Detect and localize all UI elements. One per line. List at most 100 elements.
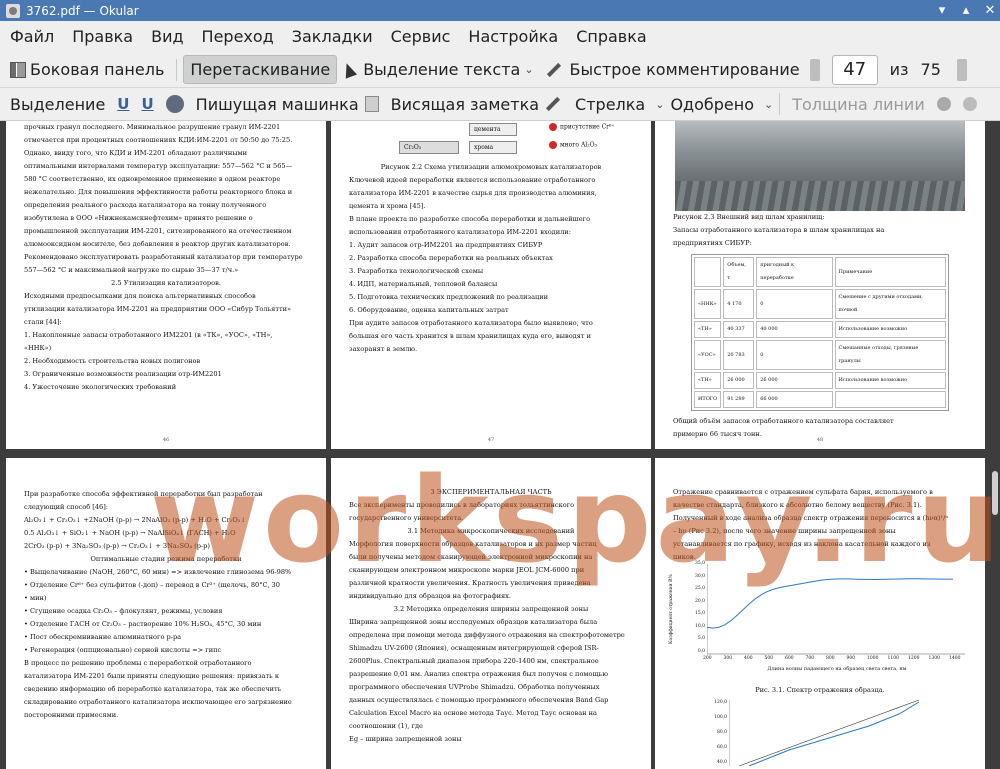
arrow-chevron-icon[interactable]: ⌄ (655, 98, 664, 111)
paragraph-line: Shimadzu UV-2600 (Япония), оснащенным ин… (349, 644, 599, 652)
underline-tool-icon[interactable]: U (117, 95, 129, 113)
equation-line: 2CrO₃ (р-р) + 3Na₂SO₃ (р-р) → Cr₂O₃↓ + 3… (24, 542, 210, 550)
scheme-result-2-text: много Al₂O₃ (560, 141, 597, 149)
list-item: 4. ИДП, материальный, тепловой балансы (349, 280, 498, 288)
paragraph-line: катализатора ИМ-2201 были приняты следую… (24, 672, 279, 680)
figure-caption: Рисунок 2.2 Схема утилизации алюмохромов… (380, 163, 602, 171)
vertical-scrollbar[interactable] (992, 471, 998, 515)
paragraph-line: Однако, ввиду того, что КДИ и ИМ-2201 об… (24, 149, 248, 157)
subsection-heading: 3.1 Методика микроскопических исследован… (407, 527, 575, 535)
page-47-text: Рисунок 2.2 Схема утилизации алюмохромов… (331, 161, 651, 356)
table-cell: 40 337 (723, 321, 755, 338)
document-view[interactable]: прочных гранул последнего. Минимальное р… (0, 121, 1000, 769)
paragraph-line: большая его часть хранится в шлам хранил… (349, 332, 592, 340)
line-width-control[interactable]: Толщина линии (792, 95, 925, 114)
menu-view[interactable]: Вид (149, 23, 185, 50)
arrow-tool[interactable]: Стрелка (575, 95, 645, 114)
bullet-item: • Отделение Cr⁶⁺ без сульфитов (-доп) – … (24, 581, 280, 589)
page-51-text: Отражение сравнивается с отражением суль… (655, 458, 985, 564)
table-row: «УОС» 20 783 0 Смешанные отходы, грязевые г… (694, 340, 946, 370)
menu-bookmarks[interactable]: Закладки (290, 23, 375, 50)
utilization-scheme: цемента хрома Cr₂O₃ присутствие Cr⁶⁺ мно… (349, 121, 633, 161)
table-row: «ННК» 4 170 0 Смешение с другими отходами, … (694, 289, 946, 319)
page-50-text: 3 ЭКСПЕРИМЕНТАЛЬНАЯ ЧАСТЬ Все эксперимент… (331, 458, 651, 746)
stamp-chevron-icon[interactable]: ⌄ (764, 98, 773, 111)
toolbar-separator-2 (779, 93, 781, 115)
drag-mode-button[interactable]: Перетаскивание (183, 55, 338, 84)
bullet-item: • Пост обескремнивание алюминатного р-ра (24, 633, 182, 641)
quick-comment-button[interactable]: Быстрое комментирование (540, 56, 806, 83)
scheme-result-2: много Al₂O₃ (549, 141, 597, 149)
scheme-result-1: присутствие Cr⁶⁺ (549, 123, 615, 131)
table-header-cell: Примечание (834, 257, 946, 287)
paragraph-line: устанавливается по графику, исходя из на… (673, 540, 931, 548)
list-item: 1. Аудит запасов отр-ИМ2201 на предприят… (349, 241, 543, 249)
paragraph-line: Исходными предпосылками для поиска альте… (24, 292, 256, 300)
minimize-icon[interactable]: ▾ (932, 2, 952, 20)
y-tick-label: 30,0 (694, 573, 705, 579)
menu-settings[interactable]: Настройка (466, 23, 560, 50)
x-tick-label: 1000 (867, 656, 879, 661)
color-icon[interactable] (936, 97, 951, 111)
highlight-tool[interactable]: Выделение (10, 95, 105, 114)
paragraph-line: нежелательно. Для повышения эффективност… (24, 188, 293, 196)
text-select-button[interactable]: Выделение текста ⌄ (337, 56, 539, 83)
x-tick-label: 200 (703, 656, 712, 661)
page-of-label: из (889, 60, 909, 79)
paragraph-line: захоранят в землю. (349, 345, 418, 353)
page-49-text: При разработке способа эффективной перер… (6, 458, 326, 722)
menu-tools[interactable]: Сервис (389, 23, 453, 50)
paragraph-line: различной кратности увеличения. Кратност… (349, 579, 591, 587)
equation-line: Al₂O₃↓ + Cr₂O₃↓ +2NaOH (р-р) → 2NaAlO₂ (… (24, 516, 246, 524)
paragraph-line: стали [44]: (24, 318, 62, 326)
typewriter-tool[interactable]: Пишущая машинка (196, 95, 359, 114)
table-cell: 26 000 (756, 372, 833, 389)
chevron-down-icon[interactable]: ⌄ (524, 63, 533, 76)
paragraph-line: сканирующем электронном микроскопе марки… (349, 566, 585, 574)
menu-file[interactable]: Файл (8, 23, 56, 50)
stamp-tool-icon[interactable] (165, 95, 184, 113)
paragraph-line: Все эксперименты проводились в лаборатор… (349, 501, 575, 509)
text-select-label: Выделение текста (363, 60, 521, 79)
maximize-icon[interactable]: ▴ (956, 2, 976, 20)
sidebar-button[interactable]: Боковая панель (4, 56, 170, 83)
page-number: 46 (162, 437, 170, 443)
page-46: прочных гранул последнего. Минимальное р… (6, 121, 326, 449)
main-toolbar: Боковая панель Перетаскивание Выделение … (0, 52, 1000, 88)
subsection-heading: 3.2 Методика определения ширины запрещен… (393, 605, 589, 613)
paragraph-line: отмечается при процентных соотношениях К… (24, 136, 293, 144)
page-48: Рисунок 2.3 Внешний вид шлам хранилищ: За… (655, 121, 985, 449)
paragraph-line: 2600Plus. Спектральный диапазон прибора … (349, 657, 599, 665)
page-number: 47 (487, 437, 495, 443)
chart-y-ticks: 35,0 30,0 25,0 20,0 15,0 10,0 5,0 0,0 (683, 561, 705, 654)
next-page-button[interactable] (956, 58, 967, 81)
paragraph-line: алюмооксидном носителе, без добавления в… (24, 240, 291, 248)
table-cell: Использование возможно (834, 321, 946, 338)
sticky-note-tool[interactable]: Висящая заметка (391, 95, 539, 114)
opacity-icon[interactable] (962, 97, 977, 111)
paragraph-line: прочных гранул последнего. Минимальное р… (24, 123, 281, 131)
squiggle-tool-icon[interactable]: U (141, 95, 153, 113)
table-cell (834, 391, 946, 408)
paragraph-line: цемента и хрома [45]. (349, 202, 426, 210)
list-item: «ННК») (24, 344, 52, 352)
page-49: При разработке способа эффективной перер… (6, 458, 326, 769)
table-cell: «ННК» (694, 289, 722, 319)
page-number-input[interactable]: 47 (831, 54, 878, 85)
table-cell: 4 170 (723, 289, 755, 319)
menu-help[interactable]: Справка (574, 23, 649, 50)
arrow-tool-icon (545, 96, 561, 112)
approved-stamp-tool[interactable]: Одобрено (670, 95, 754, 114)
menu-edit[interactable]: Правка (70, 23, 135, 50)
x-tick-label: 800 (826, 656, 835, 661)
paragraph-line: посторонними примесями. (24, 711, 119, 719)
table-header-row: Объем, т пригодный к переработке Примечани… (694, 257, 946, 287)
sidebar-icon (10, 61, 26, 78)
close-icon[interactable]: ✕ (980, 2, 1000, 20)
paragraph-line: Отражение сравнивается с отражением суль… (673, 488, 933, 496)
equation-line: 0.5 Al₂O₃↓ + SiO₂↓ + NaOH (р-р) → NaAlSi… (24, 529, 236, 537)
annotation-toolbar: Выделение U U Пишущая машинка Висящая за… (0, 88, 1000, 121)
menu-go[interactable]: Переход (200, 23, 276, 50)
prev-page-button[interactable] (809, 58, 820, 81)
bullet-item: • мин) (24, 594, 47, 602)
